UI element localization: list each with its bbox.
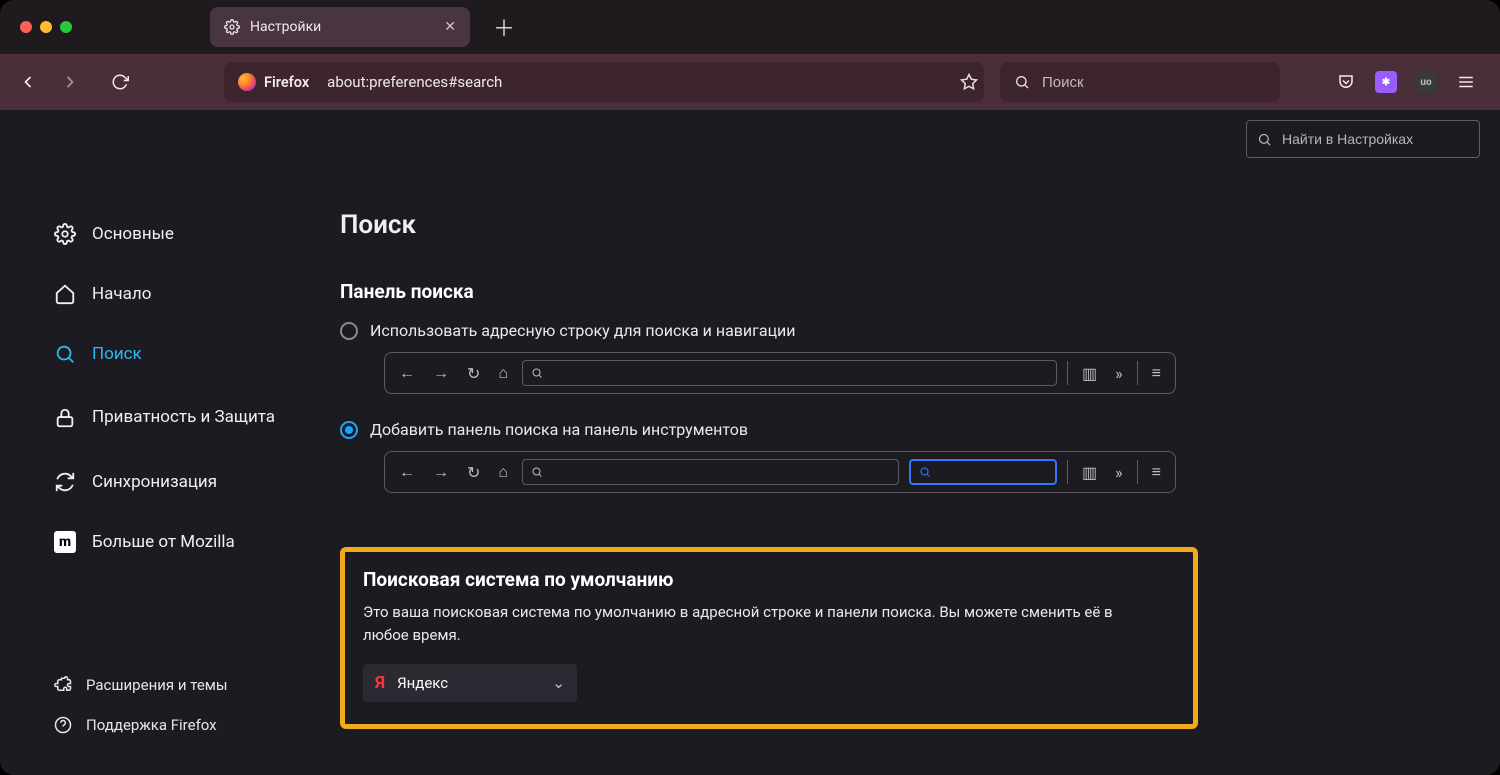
default-engine-select[interactable]: Я Яндекс ⌄ — [363, 664, 577, 702]
sidebar-item-label: Поиск — [92, 344, 142, 364]
sidebar-footer-label: Поддержка Firefox — [86, 716, 217, 734]
sidebar-item-home[interactable]: Начало — [54, 270, 320, 318]
window-controls — [20, 21, 72, 33]
radio-icon — [340, 421, 358, 439]
pocket-button[interactable] — [1328, 64, 1364, 100]
forward-button[interactable] — [52, 64, 88, 100]
sidebar-item-label: Основные — [92, 224, 174, 244]
illus-menu-icon: ≡ — [1148, 363, 1165, 383]
sidebar-item-label: Больше от Mozilla — [92, 532, 235, 552]
shield-addon-icon: uo — [1415, 71, 1437, 93]
window-minimize-button[interactable] — [40, 21, 52, 33]
reload-button[interactable] — [102, 64, 138, 100]
search-icon — [1014, 74, 1030, 90]
search-icon — [531, 367, 543, 379]
illus-menu-icon: ≡ — [1148, 462, 1165, 482]
illus-back-icon: ← — [395, 363, 419, 383]
sidebar-item-label: Синхронизация — [92, 472, 217, 492]
toolbar-search-input[interactable] — [1042, 74, 1266, 91]
default-engine-heading: Поисковая система по умолчанию — [363, 568, 1175, 591]
preferences-main: Поиск Панель поиска Использовать адресну… — [320, 136, 1500, 775]
app-menu-button[interactable] — [1448, 64, 1484, 100]
window-zoom-button[interactable] — [60, 21, 72, 33]
urlbar-illustration: ← → ↻ ⌂ ▥ » ≡ — [340, 352, 1500, 394]
window-close-button[interactable] — [20, 21, 32, 33]
illus-chevrons-icon: » — [1111, 463, 1127, 482]
sidebar-item-search[interactable]: Поиск — [54, 330, 320, 378]
illus-sidebar-icon: ▥ — [1078, 364, 1101, 383]
find-in-settings-input[interactable] — [1282, 131, 1469, 147]
sidebar-footer-label: Расширения и темы — [86, 676, 228, 694]
tab-close-button[interactable]: ✕ — [444, 19, 456, 35]
radio-label: Использовать адресную строку для поиска … — [370, 321, 796, 340]
gear-icon — [54, 223, 76, 245]
sidebar-item-label: Приватность и Защита — [92, 407, 275, 428]
default-engine-description: Это ваша поисковая система по умолчанию … — [363, 601, 1123, 646]
extension-1-button[interactable]: ✱ — [1368, 64, 1404, 100]
sidebar-item-sync[interactable]: Синхронизация — [54, 458, 320, 506]
find-in-settings[interactable] — [1246, 120, 1480, 158]
default-engine-highlight: Поисковая система по умолчанию Это ваша … — [340, 547, 1198, 729]
illus-chevrons-icon: » — [1111, 364, 1127, 383]
tab-preferences[interactable]: Настройки ✕ — [210, 7, 470, 47]
illus-forward-icon: → — [429, 363, 453, 383]
default-engine-value: Яндекс — [397, 674, 448, 692]
url-bar[interactable]: Firefox about:preferences#search — [224, 62, 984, 102]
tab-title: Настройки — [250, 19, 321, 35]
firefox-window: Настройки ✕ ＋ Firefox about:preferences#… — [0, 0, 1500, 775]
radio-add-searchbar[interactable]: Добавить панель поиска на панель инструм… — [340, 420, 1500, 439]
home-icon — [54, 283, 76, 305]
illus-forward-icon: → — [429, 462, 453, 482]
search-icon — [54, 343, 76, 365]
yandex-icon: Я — [375, 673, 385, 693]
illus-sidebar-icon: ▥ — [1078, 463, 1101, 482]
help-icon — [54, 716, 72, 734]
chevron-down-icon: ⌄ — [552, 674, 565, 692]
illus-reload-icon: ↻ — [463, 364, 484, 383]
page-title: Поиск — [340, 210, 1500, 240]
illus-urlbar — [522, 360, 1057, 386]
puzzle-icon — [54, 676, 72, 694]
sidebar-item-label: Начало — [92, 284, 151, 304]
search-icon — [919, 466, 931, 478]
searchbar-illustration: ← → ↻ ⌂ ▥ » ≡ — [340, 451, 1500, 493]
back-button[interactable] — [10, 64, 46, 100]
extension-2-button[interactable]: uo — [1408, 64, 1444, 100]
navigation-toolbar: Firefox about:preferences#search ✱ uo — [0, 54, 1500, 110]
illus-home-icon: ⌂ — [494, 363, 512, 383]
toolbar-search-bar[interactable] — [1000, 62, 1280, 102]
radio-label: Добавить панель поиска на панель инструм… — [370, 420, 748, 439]
sidebar-item-more-from-mozilla[interactable]: m Больше от Mozilla — [54, 518, 320, 566]
sync-icon — [54, 471, 76, 493]
sidebar-item-privacy[interactable]: Приватность и Защита — [54, 390, 320, 446]
sidebar-footer: Расширения и темы Поддержка Firefox — [54, 665, 320, 745]
sidebar-item-general[interactable]: Основные — [54, 210, 320, 258]
search-bar-heading: Панель поиска — [340, 280, 1500, 303]
sidebar-support-link[interactable]: Поддержка Firefox — [54, 705, 320, 745]
illus-back-icon: ← — [395, 462, 419, 482]
illus-urlbar — [522, 459, 899, 485]
firefox-logo-icon — [238, 73, 256, 91]
url-identity-box[interactable]: Firefox — [228, 66, 319, 98]
bookmark-star-button[interactable] — [960, 73, 978, 91]
toolbar-right-controls: ✱ uo — [1328, 64, 1484, 100]
sidebar-extensions-link[interactable]: Расширения и темы — [54, 665, 320, 705]
snowflake-icon: ✱ — [1375, 71, 1397, 93]
preferences-sidebar: Основные Начало Поиск Приватность и Защи… — [0, 136, 320, 775]
lock-icon — [54, 407, 76, 429]
illus-separate-searchbar — [909, 459, 1057, 485]
search-icon — [531, 466, 543, 478]
radio-icon — [340, 322, 358, 340]
url-text: about:preferences#search — [327, 73, 502, 91]
mozilla-icon: m — [54, 531, 76, 553]
gear-icon — [224, 19, 240, 35]
illus-reload-icon: ↻ — [463, 463, 484, 482]
radio-use-urlbar[interactable]: Использовать адресную строку для поиска … — [340, 321, 1500, 340]
search-icon — [1257, 132, 1272, 147]
illus-home-icon: ⌂ — [494, 462, 512, 482]
preferences-content: Основные Начало Поиск Приватность и Защи… — [0, 110, 1500, 775]
url-identity-label: Firefox — [264, 74, 309, 91]
new-tab-button[interactable]: ＋ — [486, 9, 522, 45]
tab-strip: Настройки ✕ ＋ — [0, 0, 1500, 54]
